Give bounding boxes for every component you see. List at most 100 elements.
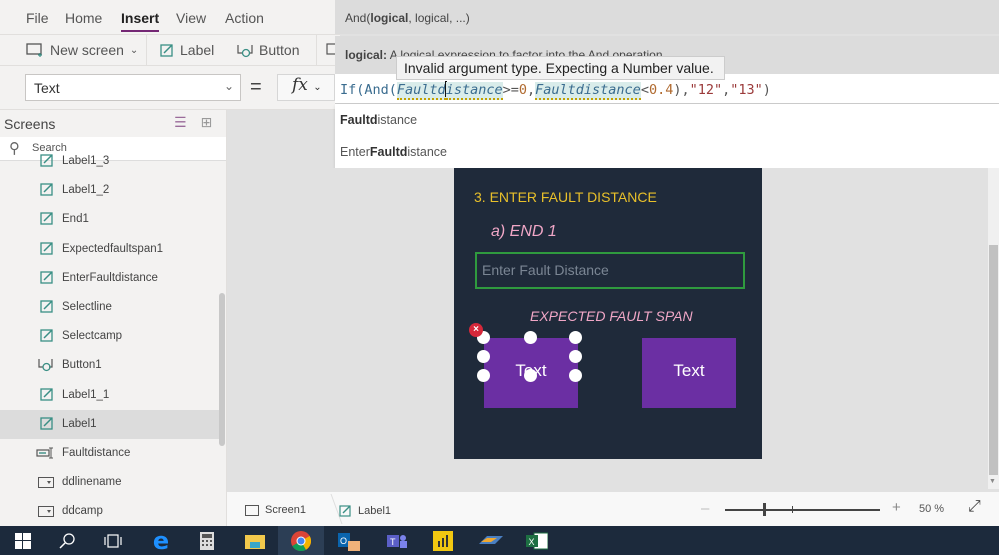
tree-item[interactable]: Selectline bbox=[0, 293, 220, 322]
suggestion-match: Faultd bbox=[369, 145, 408, 159]
tree-item[interactable]: ddcamp bbox=[0, 497, 220, 526]
resize-handle[interactable] bbox=[569, 331, 582, 344]
task-view-icon bbox=[104, 533, 122, 548]
tree-item-label: Label1_3 bbox=[62, 155, 110, 167]
label-icon bbox=[40, 299, 53, 313]
menu-action[interactable]: Action bbox=[225, 10, 264, 26]
fx-button[interactable]: fx ⌄ bbox=[277, 74, 335, 101]
menu-insert[interactable]: Insert bbox=[121, 10, 160, 32]
calculator-icon bbox=[200, 531, 214, 550]
tree-item[interactable]: Label1_2 bbox=[0, 176, 220, 205]
zoom-in-button[interactable]: + bbox=[892, 499, 901, 516]
formula-token: ), bbox=[673, 82, 690, 98]
breadcrumb-screen-label: Screen1 bbox=[265, 504, 306, 516]
taskbar-power-bi[interactable] bbox=[420, 526, 466, 555]
fault-distance-input[interactable]: Enter Fault Distance bbox=[475, 252, 745, 289]
start-button[interactable] bbox=[0, 526, 46, 555]
tree-item-label: Label1 bbox=[62, 417, 97, 430]
dropdown-icon bbox=[38, 477, 54, 489]
signature-prefix: And( bbox=[345, 11, 371, 25]
menu-bar: File Home Insert View Action bbox=[0, 0, 340, 34]
breadcrumb-screen[interactable]: Screen1 bbox=[245, 504, 306, 516]
insert-button-button[interactable]: Button bbox=[237, 42, 299, 58]
tree-item[interactable]: ddlinename bbox=[0, 468, 220, 497]
menu-file[interactable]: File bbox=[26, 10, 49, 26]
property-row: Text ⌄ = fx ⌄ bbox=[0, 66, 340, 110]
resize-handle[interactable] bbox=[477, 350, 490, 363]
taskbar-search[interactable] bbox=[44, 526, 90, 555]
fit-to-window-icon[interactable]: ⤢ bbox=[968, 498, 981, 516]
label-icon bbox=[339, 505, 351, 517]
equals-sign: = bbox=[250, 76, 262, 98]
taskbar-app[interactable] bbox=[468, 526, 514, 555]
taskbar-chrome[interactable] bbox=[278, 526, 324, 555]
fx-icon: fx bbox=[292, 75, 308, 95]
new-screen-label: New screen bbox=[50, 42, 124, 58]
formula-token: istance bbox=[445, 82, 503, 100]
tree-item[interactable]: Button1 bbox=[0, 351, 220, 380]
tree-item[interactable]: Faultdistance bbox=[0, 439, 220, 468]
breadcrumb-control-label: Label1 bbox=[358, 504, 392, 517]
chrome-icon bbox=[291, 530, 311, 551]
zoom-slider[interactable] bbox=[725, 509, 880, 511]
function-signature: And(logical, logical, ...) bbox=[335, 0, 999, 34]
ribbon: New screen ⌄ Label Button bbox=[0, 34, 340, 67]
resize-handle[interactable] bbox=[524, 369, 537, 382]
formula-token: "12" bbox=[689, 82, 723, 98]
menu-home[interactable]: Home bbox=[65, 10, 102, 26]
tree-item[interactable]: Label1_3 bbox=[0, 147, 220, 176]
zoom-slider-thumb[interactable] bbox=[763, 503, 766, 516]
tree-scrollbar[interactable] bbox=[219, 293, 225, 446]
zoom-out-button[interactable]: – bbox=[701, 500, 709, 517]
taskbar-file-explorer[interactable] bbox=[232, 526, 278, 555]
taskbar-calculator[interactable] bbox=[184, 526, 230, 555]
property-dropdown[interactable]: Text ⌄ bbox=[25, 74, 241, 101]
tree-item[interactable]: EnterFaultdistance bbox=[0, 264, 220, 293]
end-label[interactable]: a) END 1 bbox=[491, 223, 557, 241]
app-screen[interactable]: 3. ENTER FAULT DISTANCE a) END 1 Enter F… bbox=[454, 168, 762, 459]
thumbnail-view-icon[interactable]: ⊞ bbox=[200, 114, 212, 130]
taskbar-edge[interactable]: e bbox=[138, 526, 184, 555]
suggestion-rest: istance bbox=[377, 113, 418, 127]
label-icon bbox=[40, 211, 53, 226]
chevron-down-icon: ⌄ bbox=[313, 82, 322, 93]
scroll-down-icon[interactable]: ▼ bbox=[989, 478, 996, 485]
resize-handle[interactable] bbox=[524, 331, 537, 344]
taskbar-outlook[interactable]: O bbox=[326, 526, 372, 555]
resize-handle[interactable] bbox=[569, 350, 582, 363]
menu-view[interactable]: View bbox=[176, 10, 206, 26]
fault-distance-placeholder: Enter Fault Distance bbox=[482, 262, 609, 278]
new-screen-button[interactable]: New screen ⌄ bbox=[26, 42, 138, 58]
label-icon bbox=[40, 270, 53, 284]
folder-icon bbox=[245, 534, 265, 549]
step-heading[interactable]: 3. ENTER FAULT DISTANCE bbox=[474, 189, 657, 205]
autocomplete-list: Faultdistance EnterFaultdistance bbox=[335, 104, 999, 168]
expected-fault-span-label[interactable]: EXPECTED FAULT SPAN bbox=[530, 308, 693, 324]
formula-token: < bbox=[640, 82, 649, 98]
tree-item[interactable]: Selectcamp bbox=[0, 322, 220, 351]
tree-item[interactable]: End1 bbox=[0, 205, 220, 234]
taskbar-teams[interactable]: T bbox=[374, 526, 420, 555]
suggestion-item[interactable]: Faultdistance bbox=[340, 113, 417, 127]
teams-icon: T bbox=[387, 534, 407, 548]
suggestion-item[interactable]: EnterFaultdistance bbox=[340, 145, 447, 159]
task-view-button[interactable] bbox=[90, 526, 136, 555]
error-badge-icon[interactable]: × bbox=[469, 323, 483, 337]
result-label-right[interactable]: Text bbox=[642, 338, 736, 408]
resize-handle[interactable] bbox=[477, 369, 490, 382]
power-bi-icon bbox=[433, 530, 453, 551]
tree-item[interactable]: Label1_1 bbox=[0, 381, 220, 410]
resize-handle[interactable] bbox=[569, 369, 582, 382]
tree-actions: ☰ ⊞ bbox=[174, 114, 212, 131]
insert-label-button[interactable]: Label bbox=[160, 42, 214, 58]
button-icon bbox=[237, 45, 253, 58]
list-view-icon[interactable]: ☰ bbox=[174, 114, 187, 130]
tree-item[interactable]: Expectedfaultspan1 bbox=[0, 235, 220, 264]
taskbar-excel[interactable]: X bbox=[514, 526, 560, 555]
breadcrumb-control[interactable]: Label1 bbox=[339, 504, 391, 517]
canvas-scrollbar-thumb[interactable] bbox=[989, 245, 998, 475]
tree-item-label: End1 bbox=[62, 213, 89, 226]
tree-item[interactable]: Label1 bbox=[0, 409, 220, 439]
tree-item-label: ddcamp bbox=[62, 505, 103, 518]
formula-token: 0.4 bbox=[648, 82, 674, 98]
